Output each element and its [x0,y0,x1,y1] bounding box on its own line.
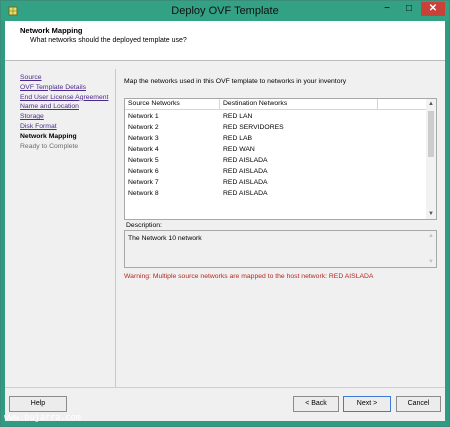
network-mapping-grid[interactable]: Source Networks Destination Networks Net… [124,98,437,220]
source-network-cell: Network 3 [128,134,159,142]
destination-network-cell[interactable]: RED WAN [223,146,255,153]
source-network-cell: Network 2 [128,123,159,131]
step-ovf-template-details[interactable]: OVF Template Details [20,83,120,93]
source-network-cell: Network 8 [128,189,159,197]
title-bar[interactable]: Deploy OVF Template − □ ✕ [1,1,449,21]
source-network-cell: Network 4 [128,145,159,153]
warning-message: Warning: Multiple source networks are ma… [124,273,374,280]
next-button[interactable]: Next > [343,396,391,412]
wizard-steps: Source OVF Template Details End User Lic… [20,73,120,151]
back-button[interactable]: < Back [293,396,339,412]
scroll-up-icon[interactable]: ▲ [426,231,436,241]
scroll-down-icon[interactable]: ▼ [426,257,436,267]
wizard-body: Network Mapping What networks should the… [5,21,445,421]
close-button[interactable]: ✕ [421,2,445,16]
panel-divider [115,69,116,387]
wizard-header: Network Mapping What networks should the… [5,21,445,61]
table-row[interactable]: Network 5 RED AISLADA [125,155,426,166]
destination-network-cell[interactable]: RED SERVIDORES [223,124,284,131]
destination-network-cell[interactable]: RED LAN [223,113,252,120]
description-text: The Network 10 network [128,235,202,242]
help-button[interactable]: Help [9,396,67,412]
step-network-mapping: Network Mapping [20,132,77,140]
minimize-button[interactable]: − [377,2,397,16]
grid-header: Source Networks Destination Networks [125,99,426,110]
source-network-cell: Network 1 [128,112,159,120]
destination-network-cell[interactable]: RED AISLADA [223,190,268,197]
step-ready-to-complete: Ready to Complete [20,142,79,150]
description-scrollbar[interactable]: ▲ ▼ [426,231,436,267]
column-header-destination[interactable]: Destination Networks [223,100,287,107]
page-title: Network Mapping [20,26,83,35]
table-row[interactable]: Network 2 RED SERVIDORES [125,122,426,133]
destination-network-cell[interactable]: RED AISLADA [223,157,268,164]
step-name-and-location[interactable]: Name and Location [20,102,120,112]
scroll-up-icon[interactable]: ▲ [426,99,436,109]
scroll-thumb[interactable] [428,111,434,157]
step-source[interactable]: Source [20,73,120,83]
destination-network-cell[interactable]: RED LAB [223,135,252,142]
grid-scrollbar[interactable]: ▲ ▼ [426,99,436,219]
deploy-ovf-window: Deploy OVF Template − □ ✕ Network Mappin… [0,0,450,427]
description-box: The Network 10 network ▲ ▼ [124,230,437,268]
column-header-source[interactable]: Source Networks [128,100,180,107]
destination-network-cell[interactable]: RED AISLADA [223,168,268,175]
table-row[interactable]: Network 3 RED LAB [125,133,426,144]
page-subtitle: What networks should the deployed templa… [30,37,187,44]
table-row[interactable]: Network 7 RED AISLADA [125,177,426,188]
table-row[interactable]: Network 1 RED LAN [125,111,426,122]
watermark: www.bujarra.com [4,413,81,423]
table-row[interactable]: Network 8 RED AISLADA [125,188,426,199]
step-disk-format[interactable]: Disk Format [20,122,120,132]
scroll-down-icon[interactable]: ▼ [426,209,436,219]
description-label: Description: [126,222,162,229]
column-divider[interactable] [377,99,378,110]
step-end-user-license-agreement[interactable]: End User License Agreement [20,93,120,103]
step-storage[interactable]: Storage [20,112,120,122]
cancel-button[interactable]: Cancel [396,396,441,412]
grid-rows: Network 1 RED LAN Network 2 RED SERVIDOR… [125,111,426,199]
source-network-cell: Network 7 [128,178,159,186]
table-row[interactable]: Network 4 RED WAN [125,144,426,155]
instruction-text: Map the networks used in this OVF templa… [124,78,347,85]
source-network-cell: Network 6 [128,167,159,175]
source-network-cell: Network 5 [128,156,159,164]
table-row[interactable]: Network 6 RED AISLADA [125,166,426,177]
maximize-button[interactable]: □ [399,2,419,16]
column-divider[interactable] [219,99,220,110]
footer-divider [5,387,445,388]
destination-network-cell[interactable]: RED AISLADA [223,179,268,186]
